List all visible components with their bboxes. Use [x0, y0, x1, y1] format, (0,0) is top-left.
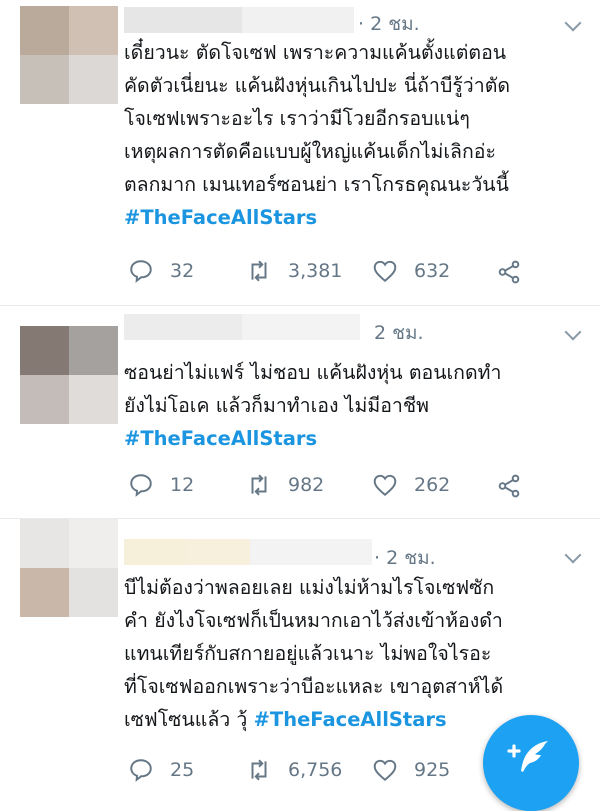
hashtag-link[interactable]: #TheFaceAllStars [124, 422, 501, 455]
share-icon[interactable] [496, 473, 522, 499]
reply-count: 25 [170, 759, 195, 781]
reply-button[interactable]: 25 [128, 757, 194, 783]
retweet-button[interactable]: 6,756 [246, 757, 342, 783]
tweet-text-line: เหตุผลการตัดคือแบบผู้ใหญ่แค้นเด็กไม่เลิก… [124, 140, 496, 163]
reply-button[interactable]: 32 [128, 258, 194, 284]
reply-count: 12 [170, 474, 195, 496]
tweet-text-line: คัดตัวเนี่ยนะ แค้นฝังหุ่นเกินไปปะ นี่ถ้า… [124, 74, 511, 97]
retweet-icon [251, 260, 267, 282]
tweet-text-line: เดี๋ยวนะ ตัดโจเซฟ เพราะความแค้นตั้งแต่ตอ… [124, 41, 507, 64]
tweet-text-line: ตลกมาก เมนเทอร์ซอนย่า เราโกรธคุณนะวันนี้ [124, 173, 509, 196]
user-name[interactable] [124, 539, 372, 565]
tweet-text: บีไม่ต้องว่าพลอยเลย แม่งไม่ห้ามไรโจเซฟซั… [124, 571, 503, 736]
share-icon[interactable] [496, 259, 522, 285]
retweet-count: 982 [288, 474, 325, 496]
user-name[interactable] [124, 7, 354, 33]
tweet-text-line: ยังไม่โอเค แล้วก็มาทำเอง ไม่มีอาชีพ [124, 394, 429, 417]
user-name[interactable] [124, 314, 360, 340]
retweet-count: 6,756 [288, 759, 343, 781]
tweet-text-line: เซฟโซนแล้ว วุ้ #TheFaceAllStars [124, 703, 503, 736]
reply-icon [130, 260, 152, 283]
retweet-button[interactable]: 982 [246, 472, 324, 498]
retweet-count: 3,381 [288, 260, 343, 282]
reply-icon [130, 759, 152, 782]
reply-button[interactable]: 12 [128, 472, 194, 498]
heart-icon [373, 260, 397, 283]
like-count: 925 [414, 759, 451, 781]
tweet-timestamp[interactable]: · 2 ชม. [374, 543, 436, 573]
retweet-button[interactable]: 3,381 [246, 258, 342, 284]
tweet-text-line: แทนเทียร์กับสกายอยู่แล้วเนาะ ไม่พอใจไรอะ [124, 642, 492, 665]
tweet-timestamp[interactable]: 2 ชม. [374, 318, 424, 348]
like-button[interactable]: 925 [372, 757, 450, 783]
heart-icon [373, 474, 397, 497]
like-count: 262 [414, 474, 451, 496]
chevron-down-icon[interactable] [564, 546, 582, 564]
avatar[interactable] [20, 326, 118, 424]
hashtag-link[interactable]: #TheFaceAllStars [254, 708, 447, 731]
reply-count: 32 [170, 260, 195, 282]
avatar[interactable] [20, 6, 118, 104]
heart-icon [373, 759, 397, 782]
hashtag-link[interactable]: #TheFaceAllStars [124, 201, 510, 234]
compose-tweet-button[interactable] [483, 715, 579, 811]
tweet-text: ซอนย่าไม่แฟร์ ไม่ชอบ แค้นฝังหุ่น ตอนเกดท… [124, 356, 501, 455]
retweet-icon [251, 474, 267, 496]
like-button[interactable]: 632 [372, 258, 450, 284]
tweet-text-fragment: เซฟโซนแล้ว วุ้ [124, 708, 254, 731]
tweet-text-line: คำ ยังไงโจเซฟก็เป็นหมากเอาไว้ส่งเข้าห้อง… [124, 609, 503, 632]
tweet-text-line: บีไม่ต้องว่าพลอยเลย แม่งไม่ห้ามไรโจเซฟซั… [124, 576, 495, 599]
reply-icon [130, 474, 152, 497]
compose-tweet-icon [507, 741, 549, 772]
tweet[interactable]: · 2 ชม. เดี๋ยวนะ ตัดโจเซฟ เพราะความแค้นต… [0, 0, 600, 305]
tweet-actions: 12 982 262 [128, 472, 528, 502]
chevron-down-icon[interactable] [564, 14, 582, 32]
retweet-icon [251, 759, 267, 781]
tweet-timestamp[interactable]: · 2 ชม. [358, 9, 420, 39]
tweet-text-line: ซอนย่าไม่แฟร์ ไม่ชอบ แค้นฝังหุ่น ตอนเกดท… [124, 361, 502, 384]
chevron-down-icon[interactable] [564, 323, 582, 341]
tweet[interactable]: 2 ชม. ซอนย่าไม่แฟร์ ไม่ชอบ แค้นฝังหุ่น ต… [0, 306, 600, 518]
tweet-text: เดี๋ยวนะ ตัดโจเซฟ เพราะความแค้นตั้งแต่ตอ… [124, 36, 510, 234]
avatar[interactable] [20, 519, 118, 617]
tweet-text-line: ที่โจเซฟออกเพราะว่าบีอะแหละ เขาอุตสาห์ได… [124, 675, 504, 698]
tweet-actions: 32 3,381 632 [128, 258, 528, 288]
tweet-text-line: โจเซฟเพราะอะไร เราว่ามีโวยอีกรอบแน่ๆ [124, 107, 470, 130]
tweet-actions: 25 6,756 925 [128, 757, 528, 787]
like-count: 632 [414, 260, 451, 282]
like-button[interactable]: 262 [372, 472, 450, 498]
